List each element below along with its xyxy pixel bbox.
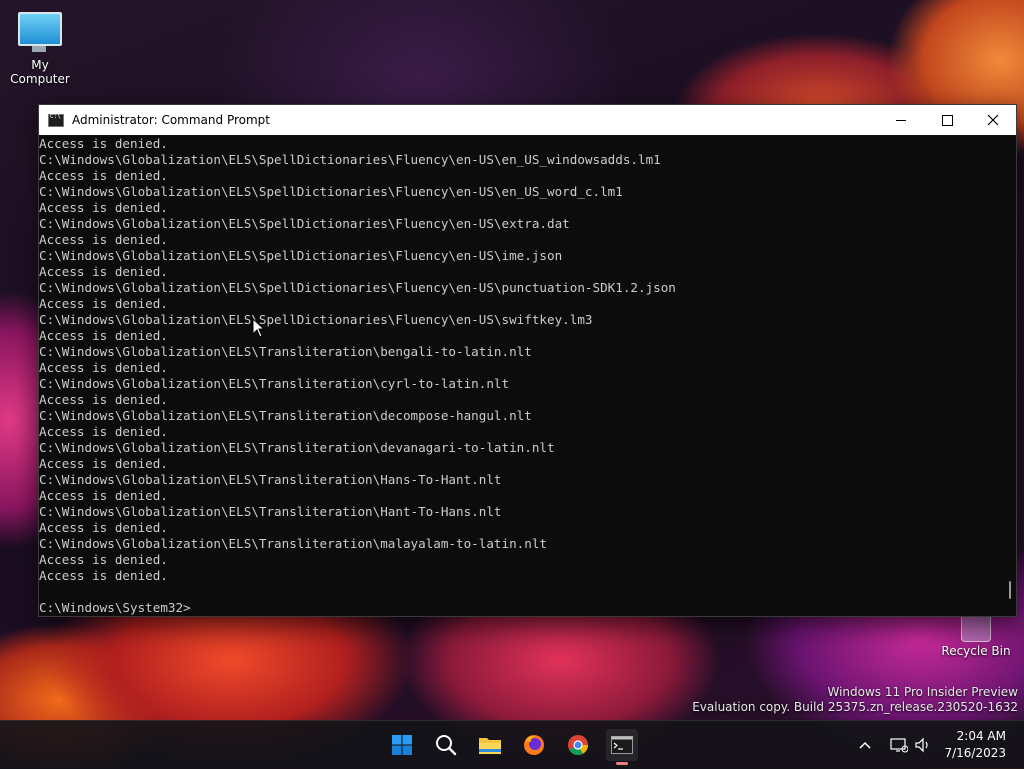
console-line: C:\Windows\Globalization\ELS\SpellDictio… <box>39 184 623 199</box>
terminal-icon <box>611 736 633 754</box>
console-line: C:\Windows\Globalization\ELS\Translitera… <box>39 504 502 519</box>
windows-watermark: Windows 11 Pro Insider Preview Evaluatio… <box>692 685 1018 715</box>
console-line: C:\Windows\Globalization\ELS\Translitera… <box>39 472 502 487</box>
network-icon <box>890 738 908 753</box>
console-line: Access is denied. <box>39 136 168 151</box>
show-hidden-icons-button[interactable] <box>858 721 872 769</box>
console-line: Access is denied. <box>39 520 168 535</box>
watermark-edition: Windows 11 Pro Insider Preview <box>827 685 1018 699</box>
console-line: Access is denied. <box>39 552 168 567</box>
volume-button[interactable] <box>914 721 932 769</box>
maximize-button[interactable] <box>924 105 970 135</box>
console-line: Access is denied. <box>39 168 168 183</box>
console-line: Access is denied. <box>39 424 168 439</box>
console-line: C:\Windows\Globalization\ELS\SpellDictio… <box>39 312 593 327</box>
search-button[interactable] <box>430 729 462 761</box>
command-prompt-window[interactable]: Administrator: Command Prompt Access is … <box>38 104 1017 617</box>
console-line: C:\Windows\Globalization\ELS\Translitera… <box>39 376 510 391</box>
windows-start-icon <box>392 735 412 755</box>
console-output[interactable]: Access is denied. C:\Windows\Globalizatio… <box>39 135 1004 616</box>
chrome-icon <box>568 735 589 756</box>
title-bar[interactable]: Administrator: Command Prompt <box>39 105 1016 135</box>
file-explorer-button[interactable] <box>474 729 506 761</box>
system-clock[interactable]: 2:04 AM 7/16/2023 <box>944 728 1006 762</box>
console-line: C:\Windows\System32> <box>39 600 191 615</box>
watermark-build: Evaluation copy. Build 25375.zn_release.… <box>692 700 1018 714</box>
console-line: Access is denied. <box>39 488 168 503</box>
console-line: Access is denied. <box>39 232 168 247</box>
command-prompt-taskbar-button[interactable] <box>606 729 638 765</box>
console-line: C:\Windows\Globalization\ELS\SpellDictio… <box>39 216 570 231</box>
console-line: Access is denied. <box>39 296 168 311</box>
console-line: C:\Windows\Globalization\ELS\SpellDictio… <box>39 152 661 167</box>
volume-icon <box>915 737 928 753</box>
console-line: C:\Windows\Globalization\ELS\SpellDictio… <box>39 248 563 263</box>
close-button[interactable] <box>970 105 1016 135</box>
network-button[interactable] <box>890 721 908 769</box>
console-line: Access is denied. <box>39 200 168 215</box>
minimize-button[interactable] <box>878 105 924 135</box>
close-icon <box>987 114 999 126</box>
console-line: Access is denied. <box>39 360 168 375</box>
my-computer-label: My Computer <box>10 58 70 86</box>
my-computer-desktop-icon[interactable]: My Computer <box>0 8 80 86</box>
active-app-indicator <box>616 762 628 765</box>
file-explorer-icon <box>479 738 501 754</box>
clock-date: 7/16/2023 <box>944 746 1006 760</box>
console-line: C:\Windows\Globalization\ELS\SpellDictio… <box>39 280 676 295</box>
window-title: Administrator: Command Prompt <box>72 113 270 127</box>
chevron-up-icon <box>859 741 871 749</box>
console-line: C:\Windows\Globalization\ELS\Translitera… <box>39 408 532 423</box>
console-line: Access is denied. <box>39 456 168 471</box>
console-line: Access is denied. <box>39 568 168 583</box>
clock-time: 2:04 AM <box>956 729 1006 743</box>
chrome-button[interactable] <box>562 729 594 761</box>
scrollbar-thumb[interactable] <box>1009 581 1011 599</box>
start-button[interactable] <box>386 729 418 761</box>
console-line: Access is denied. <box>39 392 168 407</box>
search-icon <box>436 735 457 756</box>
console-line: C:\Windows\Globalization\ELS\Translitera… <box>39 440 555 455</box>
firefox-icon <box>524 735 544 755</box>
console-line: Access is denied. <box>39 264 168 279</box>
cmd-icon <box>48 113 64 127</box>
console-line: C:\Windows\Globalization\ELS\Translitera… <box>39 344 532 359</box>
console-line: C:\Windows\Globalization\ELS\Translitera… <box>39 536 547 551</box>
vertical-scrollbar[interactable] <box>1004 135 1016 616</box>
firefox-button[interactable] <box>518 729 550 761</box>
taskbar: 2:04 AM 7/16/2023 <box>0 720 1024 769</box>
monitor-icon <box>18 12 62 52</box>
console-line: Access is denied. <box>39 328 168 343</box>
recycle-bin-label: Recycle Bin <box>941 644 1011 658</box>
